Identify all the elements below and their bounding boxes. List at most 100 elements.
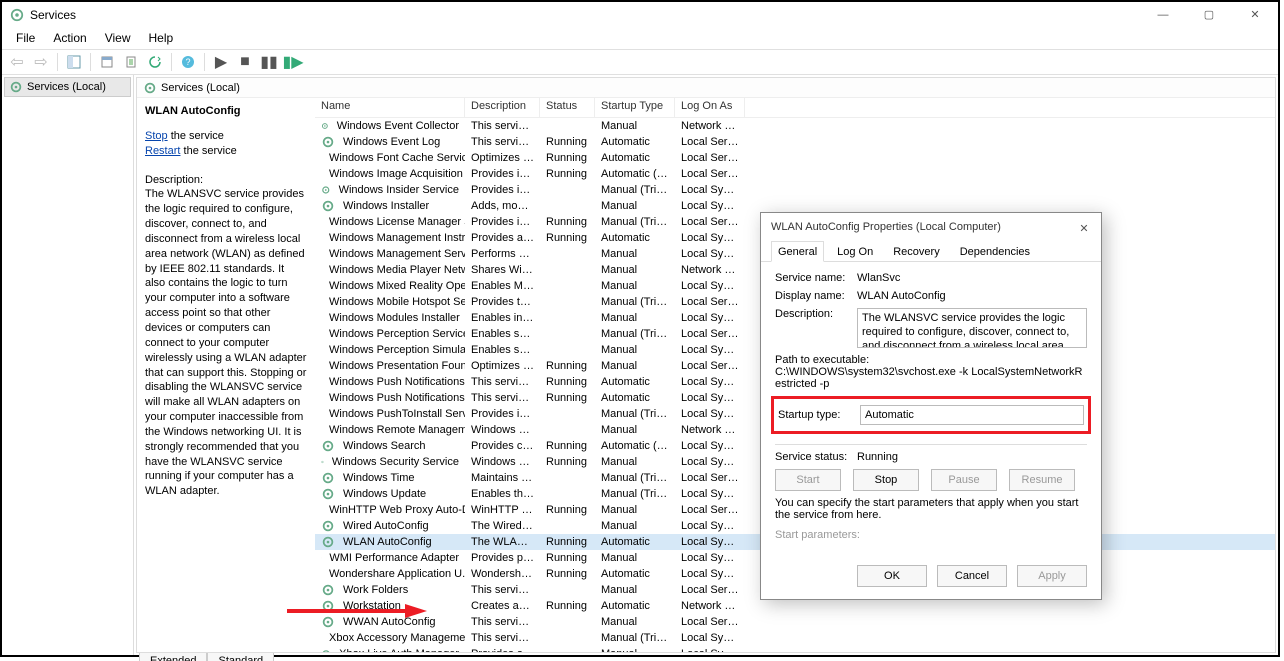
restart-suffix: the service (180, 145, 236, 157)
svc-stype: Manual (595, 504, 675, 516)
stop-link[interactable]: Stop (145, 130, 168, 142)
btn-apply[interactable]: Apply (1017, 565, 1087, 587)
svc-stype: Manual (Trigg... (595, 216, 675, 228)
svc-desc: Performs ma... (465, 248, 540, 260)
nav-back-icon[interactable]: ⇦ (6, 51, 28, 73)
stop-icon[interactable]: ■ (234, 51, 256, 73)
btn-stop[interactable]: Stop (853, 469, 919, 491)
maximize-button[interactable]: ▢ (1186, 2, 1232, 27)
svc-desc: The WLANS... (465, 536, 540, 548)
dtab-general[interactable]: General (771, 241, 824, 262)
desc-val[interactable]: The WLANSVC service provides the logic r… (857, 308, 1087, 348)
btn-pause[interactable]: Pause (931, 469, 997, 491)
svc-desc: This service ... (465, 584, 540, 596)
svc-name: Xbox Accessory Managemen... (329, 632, 465, 644)
services-window: Services — ▢ ✕ File Action View Help ⇦ ⇨… (0, 0, 1280, 657)
svc-logon: Local Service (675, 168, 745, 180)
service-row[interactable]: WWAN AutoConfigThis service ...ManualLoc… (315, 614, 1275, 630)
svc-logon: Local System (675, 552, 745, 564)
svc-desc: This service ... (465, 120, 540, 132)
minimize-button[interactable]: — (1140, 2, 1186, 27)
dialog-tabs: General Log On Recovery Dependencies (761, 241, 1101, 262)
dtab-logon[interactable]: Log On (830, 241, 880, 262)
service-row[interactable]: Windows Image Acquisition ...Provides im… (315, 166, 1275, 182)
dtab-recovery[interactable]: Recovery (886, 241, 946, 262)
svc-stype: Manual (Trigg... (595, 632, 675, 644)
col-startup[interactable]: Startup Type (595, 98, 675, 117)
svc-stype: Manual (Trigg... (595, 328, 675, 340)
svc-status: Running (540, 440, 595, 452)
svc-status: Running (540, 232, 595, 244)
service-row[interactable]: WorkstationCreates and ...RunningAutomat… (315, 598, 1275, 614)
help-icon[interactable]: ? (177, 51, 199, 73)
service-row[interactable]: Xbox Accessory Managemen...This service … (315, 630, 1275, 646)
svc-stype: Manual (595, 120, 675, 132)
svc-name: Windows Font Cache Service (329, 152, 465, 164)
menubar: File Action View Help (2, 27, 1278, 49)
svc-name: WLAN AutoConfig (343, 536, 432, 548)
gear-icon (321, 583, 335, 597)
gear-icon (321, 471, 335, 485)
svc-logon: Local System (675, 408, 745, 420)
svc-desc: Provides infr... (465, 184, 540, 196)
path-val: C:\WINDOWS\system32\svchost.exe -k Local… (775, 366, 1087, 390)
svc-stype: Manual (595, 424, 675, 436)
svc-logon: Local Service (675, 584, 745, 596)
gear-icon (321, 647, 331, 652)
col-logon[interactable]: Log On As (675, 98, 745, 117)
show-hide-tree-icon[interactable] (63, 51, 85, 73)
tree-root[interactable]: Services (Local) (4, 77, 131, 97)
svc-desc: This service ... (465, 392, 540, 404)
svc-logon: Local System (675, 344, 745, 356)
play-icon[interactable]: ▶ (210, 51, 232, 73)
menu-action[interactable]: Action (45, 29, 94, 47)
menu-help[interactable]: Help (141, 29, 182, 47)
svc-name: Windows License Manager S... (329, 216, 465, 228)
col-desc[interactable]: Description (465, 98, 540, 117)
export-icon[interactable] (120, 51, 142, 73)
service-row[interactable]: Windows Font Cache ServiceOptimizes p...… (315, 150, 1275, 166)
dtab-deps[interactable]: Dependencies (953, 241, 1037, 262)
restart-icon[interactable]: ▮▶ (282, 51, 304, 73)
btn-start[interactable]: Start (775, 469, 841, 491)
col-name[interactable]: Name (315, 98, 465, 117)
btn-resume[interactable]: Resume (1009, 469, 1075, 491)
svc-logon: Local System (675, 568, 745, 580)
svc-name: Windows Perception Simulat... (329, 344, 465, 356)
svc-name: Work Folders (343, 584, 408, 596)
service-row[interactable]: Windows Insider ServiceProvides infr...M… (315, 182, 1275, 198)
properties-icon[interactable] (96, 51, 118, 73)
svc-logon: Local System (675, 200, 745, 212)
svc-desc: Provides ima... (465, 168, 540, 180)
btn-cancel[interactable]: Cancel (937, 565, 1007, 587)
col-status[interactable]: Status (540, 98, 595, 117)
service-row[interactable]: Windows Event LogThis service ...Running… (315, 134, 1275, 150)
svc-stype: Manual (595, 264, 675, 276)
pause-icon[interactable]: ▮▮ (258, 51, 280, 73)
tab-standard[interactable]: Standard (207, 653, 274, 661)
btn-ok[interactable]: OK (857, 565, 927, 587)
tree-root-label: Services (Local) (27, 81, 106, 93)
service-row[interactable]: Windows Event CollectorThis service ...M… (315, 118, 1275, 134)
svc-logon: Local Service (675, 472, 745, 484)
close-button[interactable]: ✕ (1232, 2, 1278, 27)
svc-desc: Optimizes p... (465, 360, 540, 372)
svc-logon: Local System (675, 232, 745, 244)
menu-file[interactable]: File (8, 29, 43, 47)
menu-view[interactable]: View (97, 29, 139, 47)
svc-logon: Local System (675, 648, 745, 652)
tab-extended[interactable]: Extended (139, 653, 207, 661)
service-row[interactable]: Xbox Live Auth ManagerProvides aut...Man… (315, 646, 1275, 652)
gear-icon (321, 183, 331, 197)
svc-name: Windows Push Notifications... (329, 392, 465, 404)
svc-logon: Network Se... (675, 600, 745, 612)
refresh-icon[interactable] (144, 51, 166, 73)
nav-fwd-icon[interactable]: ⇨ (30, 51, 52, 73)
startup-type-select[interactable]: Automatic (860, 405, 1084, 425)
restart-link[interactable]: Restart (145, 145, 180, 157)
dialog-close-icon[interactable]: ✕ (1073, 217, 1095, 239)
svc-logon: Local Service (675, 152, 745, 164)
svc-logon: Local System (675, 632, 745, 644)
svc-desc: WinHTTP im... (465, 504, 540, 516)
svc-stype: Manual (595, 520, 675, 532)
